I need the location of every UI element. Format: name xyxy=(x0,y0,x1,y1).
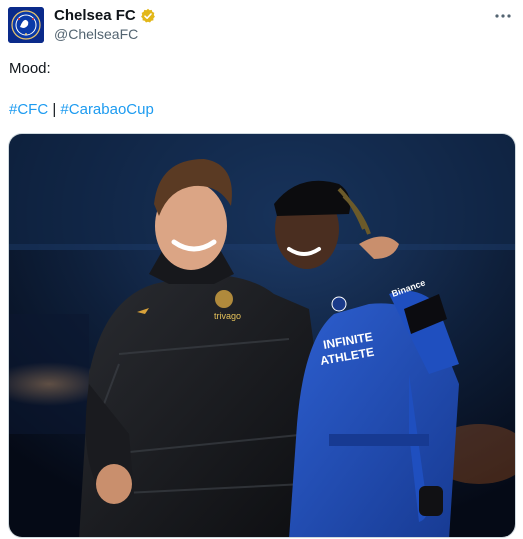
photo-image: trivago INFINITE ATHLETE Binance xyxy=(9,134,515,537)
author-name-row: Chelsea FC xyxy=(54,7,156,25)
avatar[interactable] xyxy=(8,7,44,43)
hashtag-separator: | xyxy=(52,101,57,118)
hashtag-cfc[interactable]: #CFC xyxy=(9,101,48,118)
verified-badge-icon xyxy=(140,8,156,24)
tweet-text: Mood: xyxy=(9,60,51,77)
tweet: Chelsea FC @ChelseaFC Mood: #CFC | #Cara… xyxy=(0,0,523,539)
tweet-photo[interactable]: trivago INFINITE ATHLETE Binance xyxy=(8,133,516,538)
hashtag-row: #CFC | #CarabaoCup xyxy=(9,101,154,119)
jacket-sponsor-text: trivago xyxy=(214,311,241,321)
more-options-icon[interactable] xyxy=(493,6,513,26)
hashtag-carabaocup[interactable]: #CarabaoCup xyxy=(60,101,153,118)
user-handle[interactable]: @ChelseaFC xyxy=(54,26,138,43)
display-name[interactable]: Chelsea FC xyxy=(54,7,136,25)
chelsea-crest-icon xyxy=(8,7,44,43)
